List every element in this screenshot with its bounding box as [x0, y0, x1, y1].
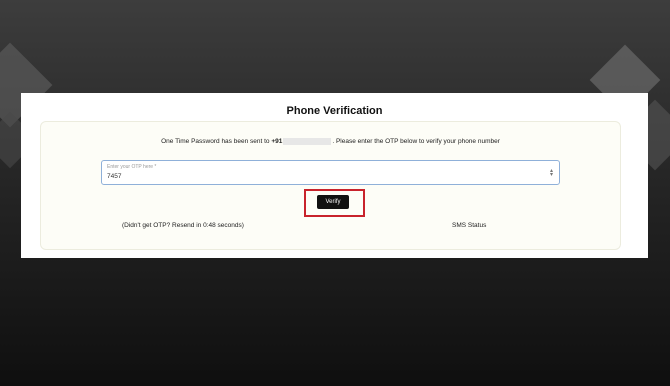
otp-input-value[interactable]: 7457 — [107, 173, 121, 180]
sms-status-label[interactable]: SMS Status — [452, 222, 486, 229]
otp-input[interactable]: Enter your OTP here * 7457 ▴ ▾ — [101, 160, 560, 185]
message-suffix: . Please enter the OTP below to verify y… — [332, 138, 500, 146]
otp-input-label: Enter your OTP here * — [107, 164, 157, 170]
resend-otp-timer: (Didn't get OTP? Resend in 0:48 seconds) — [122, 222, 244, 229]
phone-prefix: +91 — [271, 138, 283, 146]
masked-phone-number — [283, 138, 332, 145]
verify-button-highlight: Verify — [304, 189, 365, 217]
verification-card: One Time Password has been sent to +91 . … — [40, 121, 621, 250]
verify-button[interactable]: Verify — [317, 195, 349, 209]
verification-panel: Phone Verification One Time Password has… — [21, 93, 648, 258]
page-title: Phone Verification — [286, 105, 383, 117]
number-spinner-icon[interactable]: ▴ ▾ — [550, 168, 553, 178]
otp-sent-message: One Time Password has been sent to +91 . … — [41, 138, 620, 145]
message-prefix: One Time Password has been sent to — [161, 138, 270, 146]
